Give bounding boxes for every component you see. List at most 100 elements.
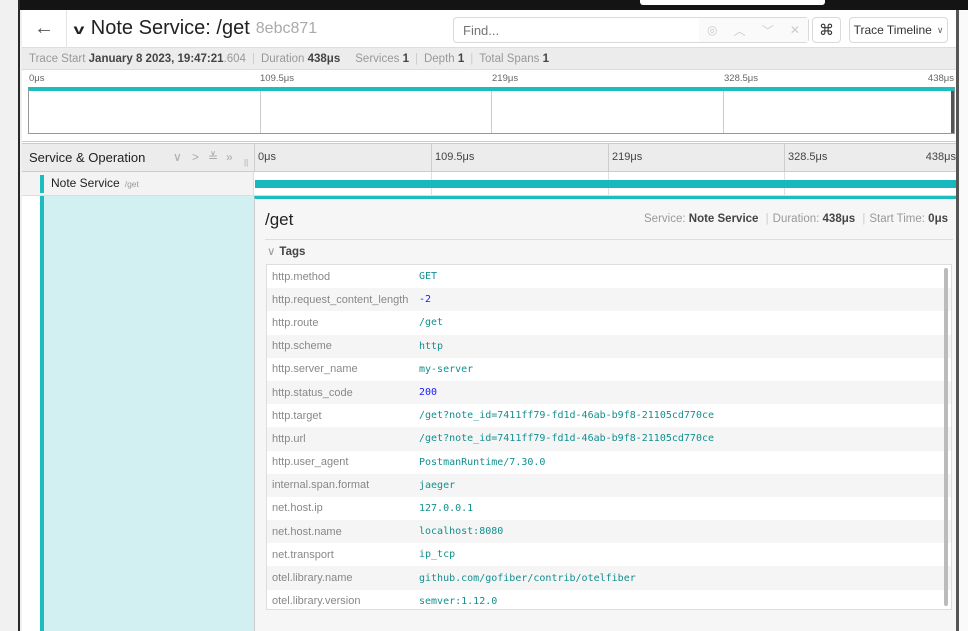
tag-key: http.request_content_length <box>272 293 409 306</box>
tag-key: http.url <box>272 432 306 445</box>
chevron-down-icon: ∨ <box>267 246 276 258</box>
tag-row[interactable]: http.user_agent PostmanRuntime/7.30.0 <box>267 451 951 474</box>
tags-toggle[interactable]: ∨ Tags <box>267 244 305 258</box>
collapse-one-icon[interactable]: ∨ <box>173 150 182 164</box>
tag-value: GET <box>419 271 438 283</box>
find-box: ◎ ︿ ﹀ ✕ <box>453 17 809 43</box>
tag-key: internal.span.format <box>272 479 370 492</box>
span-row[interactable]: Note Service/get <box>22 172 956 196</box>
chevron-down-icon[interactable]: ﹀ <box>762 22 774 39</box>
trace-minimap[interactable]: 0μs 109.5μs 219μs 328.5μs 438μs <box>22 70 956 142</box>
span-detail-meta: Service: Note Service | Duration: 438μs |… <box>644 213 948 225</box>
timeline-tick: 109.5μs <box>431 144 474 172</box>
duration-value: 438μs <box>307 52 341 65</box>
service-value: Note Service <box>688 213 759 225</box>
tag-value: 200 <box>419 387 438 399</box>
tag-value: http <box>419 340 444 352</box>
timeline-tick: 0μs <box>254 144 276 172</box>
timeline-tick: 219μs <box>608 144 642 172</box>
trace-start-ms: .604 <box>223 52 246 65</box>
services-label: Services <box>355 52 400 65</box>
expand-all-icon[interactable]: » <box>226 150 233 164</box>
minimap-tick: 438μs <box>927 73 954 84</box>
tag-value: ip_tcp <box>419 549 456 561</box>
os-top-tab <box>640 0 825 5</box>
tag-row[interactable]: http.request_content_length -2 <box>267 288 951 312</box>
tags-label: Tags <box>279 246 306 258</box>
minimap-frame <box>28 87 955 134</box>
tag-key: http.route <box>272 316 319 329</box>
span-color-indicator <box>40 175 44 193</box>
minimap-tick: 109.5μs <box>260 73 294 84</box>
locate-icon[interactable]: ◎ <box>707 23 717 37</box>
trace-header: ← v Note Service: /get 8ebc871 ◎ ︿ ﹀ ✕ ⌘… <box>22 10 956 48</box>
background-window-left <box>0 0 20 631</box>
tag-value: /get <box>419 317 444 329</box>
span-operation-name: /get <box>124 179 139 189</box>
tag-row[interactable]: http.method GET <box>267 265 951 288</box>
timeline-tick: 438μs <box>925 151 956 163</box>
trace-start-label: Trace Start <box>29 52 86 65</box>
tag-value: github.com/gofiber/contrib/otelfiber <box>419 572 636 584</box>
keyboard-shortcuts-button[interactable]: ⌘ <box>812 17 841 43</box>
timeline-tick: 328.5μs <box>784 144 827 172</box>
service-operation-header: Service & Operation <box>29 150 146 165</box>
find-input[interactable] <box>454 22 699 38</box>
trace-title-text: Note Service: /get <box>90 17 250 39</box>
span-detail-title: /get <box>265 210 294 229</box>
duration-value: 438μs <box>822 213 856 225</box>
tag-key: http.status_code <box>272 386 353 399</box>
tag-key: otel.library.name <box>272 572 353 585</box>
minimap-tick: 219μs <box>492 73 519 84</box>
tag-row[interactable]: net.host.ip 127.0.0.1 <box>267 497 951 520</box>
expand-one-icon[interactable]: > <box>192 150 199 164</box>
span-detail: /get Service: Note Service | Duration: 43… <box>22 196 956 631</box>
span-service-name: Note Service <box>51 176 120 190</box>
resize-handle[interactable]: || <box>244 158 248 167</box>
depth-label: Depth <box>423 52 455 65</box>
tag-value: jaeger <box>419 479 456 491</box>
tag-key: net.host.ip <box>272 502 323 515</box>
services-value: 1 <box>402 52 409 65</box>
start-time-value: 0μs <box>928 213 948 225</box>
tag-row[interactable]: internal.span.format jaeger <box>267 473 951 497</box>
start-time-label: Start Time: <box>869 213 925 225</box>
span-bar[interactable] <box>255 180 956 188</box>
trace-page: ← v Note Service: /get 8ebc871 ◎ ︿ ﹀ ✕ ⌘… <box>22 10 956 631</box>
tag-key: otel.library.version <box>272 595 361 608</box>
trace-id: 8ebc871 <box>255 19 318 37</box>
tag-value: /get?note_id=7411ff79-fd1d-46ab-b9f8-211… <box>419 410 715 422</box>
tag-value: /get?note_id=7411ff79-fd1d-46ab-b9f8-211… <box>419 433 715 445</box>
depth-value: 1 <box>457 52 465 65</box>
tag-row[interactable]: http.route/get <box>267 311 951 334</box>
tag-row[interactable]: http.target/get?note_id=7411ff79-fd1d-46… <box>267 404 951 427</box>
tags-table: http.method GET http.request_content_lengt… <box>266 264 952 610</box>
trace-summary: Trace Start January 8 2023, 19:47:21.604… <box>22 48 956 70</box>
tag-row[interactable]: http.server_name my-server <box>267 358 951 381</box>
duration-label: Duration: <box>772 213 820 225</box>
trace-start-value: January 8 2023, 19:47:21 <box>88 52 224 65</box>
minimap-tick: 328.5μs <box>724 73 758 84</box>
service-label: Service: <box>644 213 686 225</box>
minimap-handle[interactable] <box>951 91 954 133</box>
collapse-all-icon[interactable]: ≚ <box>208 150 218 164</box>
minimap-tick: 0μs <box>29 73 45 84</box>
tag-key: http.server_name <box>272 363 358 376</box>
view-select[interactable]: Trace Timeline ∨ <box>849 17 948 43</box>
trace-title[interactable]: v Note Service: /get 8ebc871 <box>73 17 455 40</box>
chevron-down-icon: v <box>73 20 85 37</box>
tag-row[interactable]: net.transport ip_tcp <box>267 543 951 566</box>
back-button[interactable]: ← <box>22 10 67 48</box>
chevron-up-icon[interactable]: ︿ <box>734 22 746 39</box>
tag-row[interactable]: http.status_code 200 <box>267 380 951 405</box>
scrollbar[interactable] <box>944 268 948 606</box>
tag-row[interactable]: http.scheme http <box>267 334 951 358</box>
tag-row[interactable]: otel.library.name github.com/gofiber/cont… <box>267 566 951 590</box>
close-icon[interactable]: ✕ <box>790 23 800 37</box>
tag-key: net.host.name <box>272 525 342 538</box>
tag-value: my-server <box>419 363 474 375</box>
tag-row[interactable]: net.host.name localhost:8080 <box>267 520 951 544</box>
tag-row[interactable]: otel.library.version semver:1.12.0 <box>267 590 951 609</box>
timeline-header: Service & Operation ∨ > ≚ » || 0μs 109.5… <box>22 143 956 172</box>
tag-row[interactable]: http.url/get?note_id=7411ff79-fd1d-46ab-… <box>267 427 951 451</box>
